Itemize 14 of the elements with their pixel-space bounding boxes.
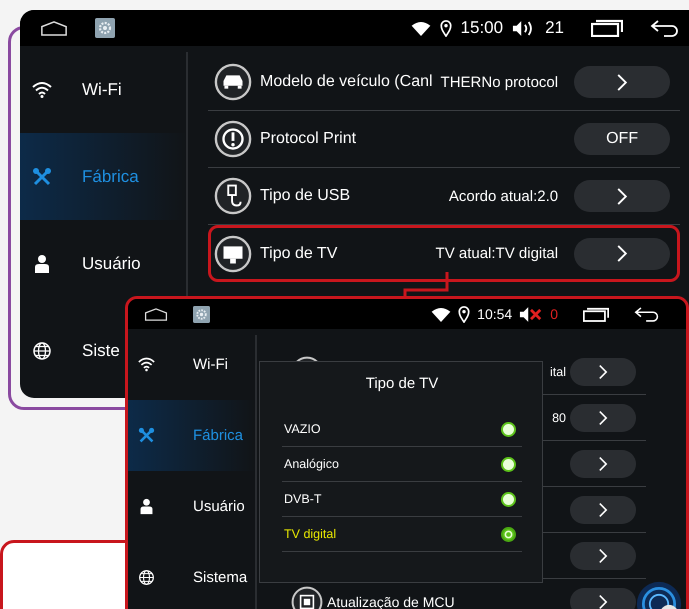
- clock-text: 10:54: [477, 306, 512, 322]
- setting-label: Tipo de USB: [260, 187, 352, 205]
- setting-label: Tipo de TV: [260, 244, 338, 262]
- clock-text: 15:00: [460, 18, 504, 38]
- setting-value: TV atual:TV digital: [436, 245, 558, 262]
- setting-value: THERNo protocol: [440, 74, 558, 90]
- setting-value: ital: [550, 364, 566, 378]
- volume-text: 21: [545, 18, 564, 38]
- setting-value: Acordo atual:2.0: [448, 188, 558, 204]
- setting-label: Modelo de veículo (Canl: [260, 73, 433, 91]
- volume-text: 0: [550, 306, 558, 322]
- dialog-title: Tipo de TV: [366, 375, 438, 392]
- setting-value: 80: [552, 410, 566, 424]
- setting-label: Protocol Print: [260, 130, 358, 148]
